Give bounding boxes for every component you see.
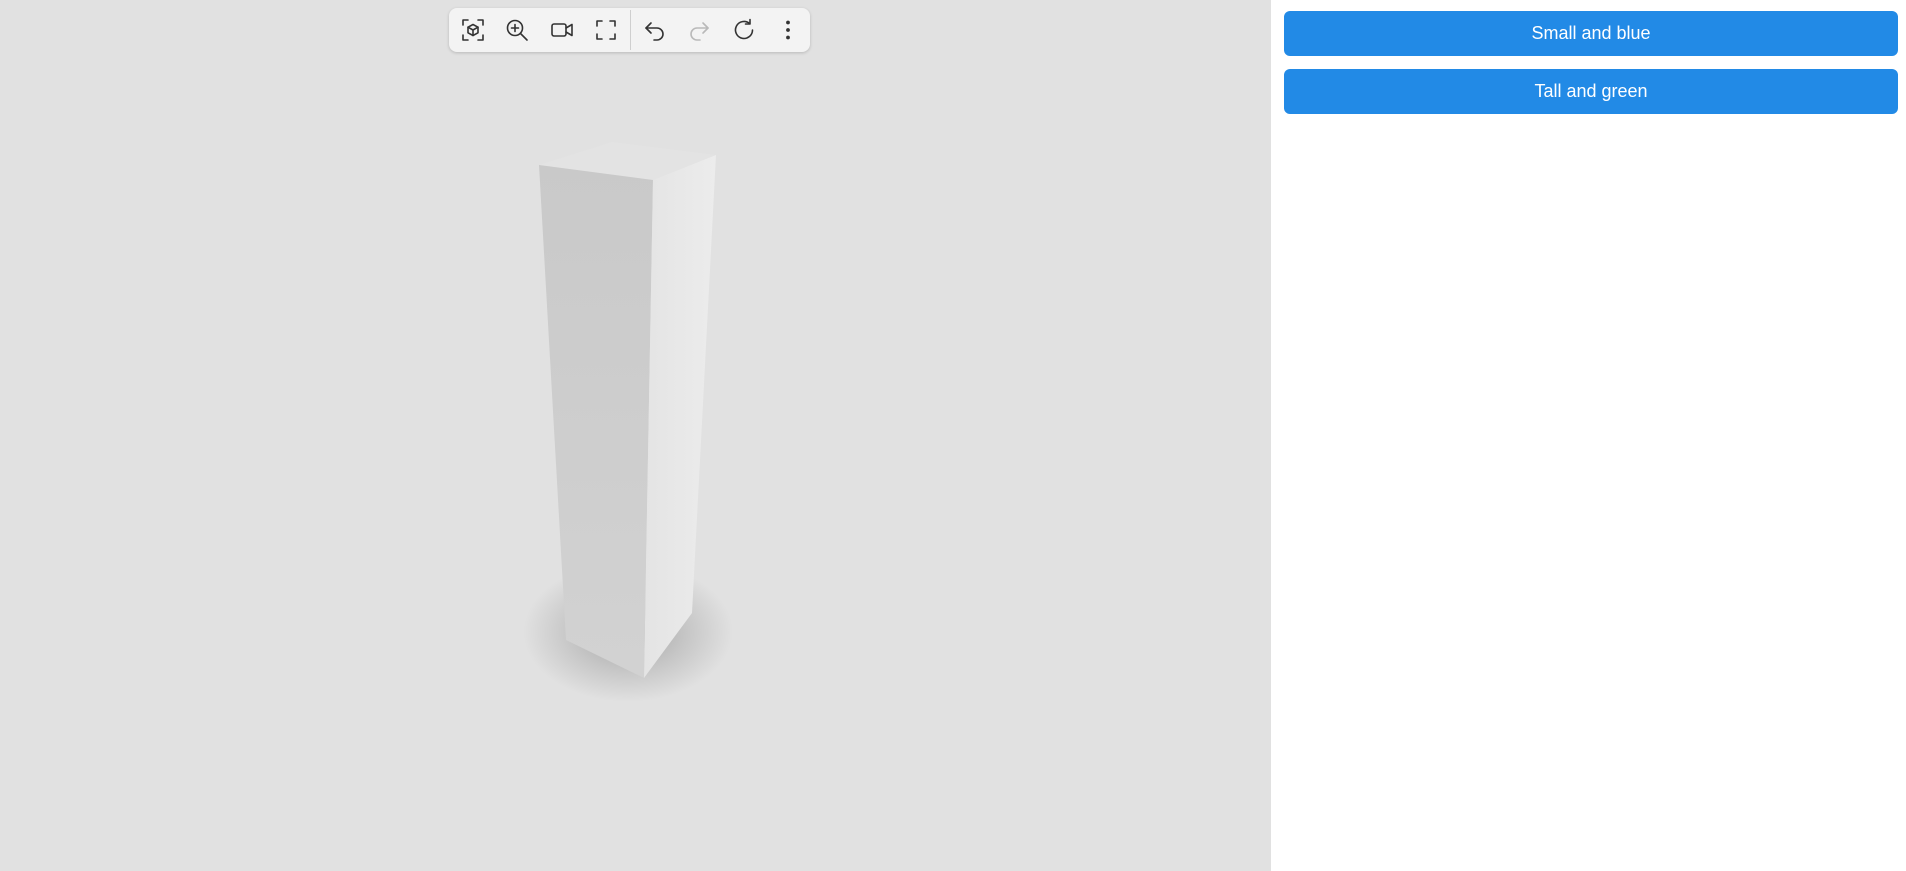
redo-icon (690, 22, 710, 41)
fit-to-view-button[interactable] (451, 8, 495, 52)
3d-viewport[interactable] (0, 0, 1271, 871)
tall-and-green-button[interactable]: Tall and green (1284, 69, 1898, 114)
app: Small and blue Tall and green (0, 0, 1906, 871)
fit-to-view-icon (462, 19, 484, 41)
zoom-in-button[interactable] (495, 8, 539, 52)
reset-icon (734, 18, 753, 40)
viewer-toolbar (449, 8, 810, 52)
camera-icon (550, 23, 573, 37)
camera-button[interactable] (540, 8, 584, 52)
redo-button[interactable] (677, 8, 721, 52)
more-vertical-icon (785, 20, 790, 40)
sidebar-panel: Small and blue Tall and green (1271, 0, 1906, 871)
undo-icon (645, 22, 664, 41)
small-and-blue-button[interactable]: Small and blue (1284, 11, 1898, 56)
toolbar-divider (630, 10, 631, 50)
fullscreen-icon (596, 20, 616, 40)
3d-scene[interactable] (0, 0, 1271, 871)
reset-button[interactable] (721, 8, 765, 52)
zoom-in-icon (507, 19, 529, 41)
undo-button[interactable] (633, 8, 677, 52)
more-options-button[interactable] (766, 8, 810, 52)
fullscreen-button[interactable] (584, 8, 628, 52)
